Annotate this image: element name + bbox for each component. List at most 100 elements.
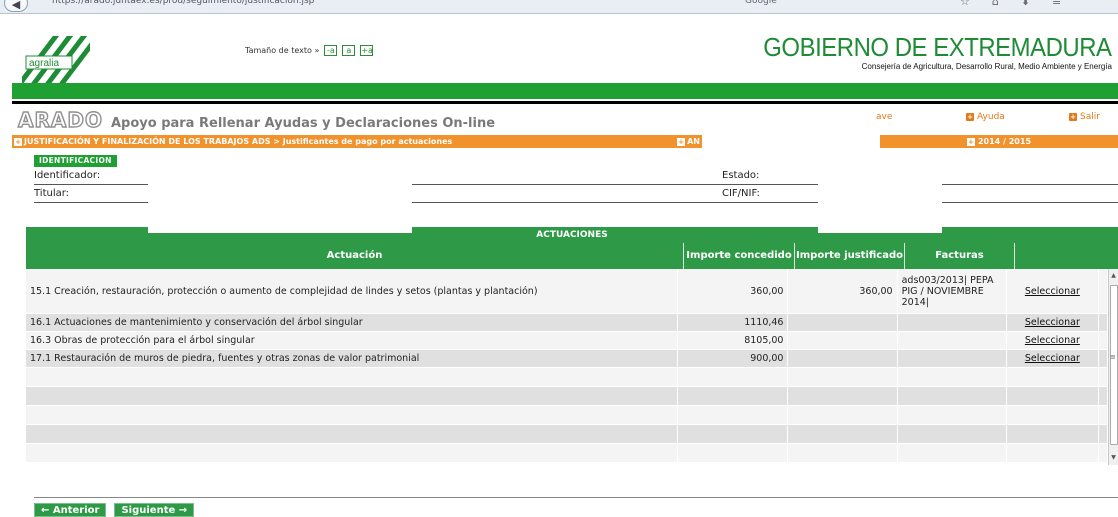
cif-label: CIF/NIF: bbox=[722, 188, 760, 199]
empty-cell bbox=[898, 387, 1007, 405]
justificado-cell: 360,00 bbox=[788, 269, 898, 313]
scroll-up-icon[interactable]: ▲ bbox=[1109, 271, 1118, 281]
empty-cell bbox=[1007, 406, 1099, 424]
actuacion-cell: 16.3 Obras de protección para el árbol s… bbox=[26, 332, 679, 349]
actuacion-cell: 15.1 Creación, restauración, protección … bbox=[26, 269, 679, 313]
table-row-empty bbox=[26, 368, 1108, 387]
empty-cell bbox=[788, 368, 898, 386]
logout-link[interactable]: + Salir bbox=[1069, 112, 1100, 122]
empty-cell bbox=[26, 387, 679, 405]
empty-cell bbox=[26, 444, 679, 462]
actuacion-cell: 17.1 Restauración de muros de piedra, fu… bbox=[26, 350, 679, 367]
select-link[interactable]: Seleccionar bbox=[1025, 317, 1080, 328]
concedido-cell: 900,00 bbox=[678, 350, 789, 367]
section-icon: + bbox=[677, 138, 686, 146]
help-link[interactable]: + Ayuda bbox=[966, 112, 1005, 122]
table-row: 16.1 Actuaciones de mantenimiento y cons… bbox=[26, 314, 1108, 332]
next-button[interactable]: Siguiente → bbox=[114, 503, 195, 517]
titular-label: Titular: bbox=[34, 188, 70, 199]
back-icon[interactable]: ◀ bbox=[4, 0, 28, 12]
table-row: 16.3 Obras de protección para el árbol s… bbox=[26, 332, 1108, 350]
table-header: Actuación Importe concedido Importe just… bbox=[26, 243, 1118, 269]
empty-cell bbox=[1007, 368, 1099, 386]
redacted-area bbox=[818, 154, 942, 209]
empty-cell bbox=[898, 406, 1007, 424]
empty-cell bbox=[1099, 406, 1108, 424]
empty-cell bbox=[26, 425, 679, 443]
government-header: GOBIERNO DE EXTREMADURA Consejería de Ag… bbox=[733, 32, 1113, 71]
campaign-bar: +2014 / 2015 bbox=[880, 135, 1118, 148]
font-normal-button[interactable]: a bbox=[342, 45, 356, 56]
empty-cell bbox=[788, 425, 898, 443]
empty-cell bbox=[1099, 425, 1108, 443]
table-row: 17.1 Restauración de muros de piedra, fu… bbox=[26, 350, 1108, 368]
redacted-area bbox=[148, 226, 412, 233]
select-cell: Seleccionar bbox=[1007, 314, 1099, 331]
estado-label: Estado: bbox=[722, 170, 760, 181]
scroll-down-icon[interactable]: ▼ bbox=[1109, 453, 1118, 463]
select-link[interactable]: Seleccionar bbox=[1025, 353, 1080, 364]
browser-search-input[interactable]: Google bbox=[745, 0, 895, 10]
help-icon: + bbox=[966, 113, 974, 121]
empty-cell bbox=[1099, 269, 1108, 313]
redacted-area bbox=[818, 226, 942, 233]
empty-cell bbox=[1007, 387, 1099, 405]
table-row-empty bbox=[26, 406, 1108, 425]
empty-cell bbox=[26, 368, 679, 386]
font-decrease-button[interactable]: -a bbox=[324, 45, 338, 56]
app-name: ARADO bbox=[17, 107, 103, 132]
table-scrollbar[interactable]: ▲ ≡ ▼ bbox=[1108, 269, 1118, 465]
browser-toolbar: ◀ https://arado.juntaex.es/prod/seguimie… bbox=[0, 0, 1118, 14]
empty-cell bbox=[898, 368, 1007, 386]
justificado-cell bbox=[788, 314, 898, 331]
empty-cell bbox=[898, 444, 1007, 462]
empty-cell bbox=[678, 406, 789, 424]
empty-cell bbox=[1099, 332, 1108, 349]
select-cell: Seleccionar bbox=[1007, 269, 1099, 313]
logout-label: Salir bbox=[1080, 112, 1100, 122]
breadcrumb-text[interactable]: JUSTIFICACIÓN Y FINALIZACIÓN DE LOS TRAB… bbox=[24, 137, 452, 146]
header-divider bbox=[12, 101, 1118, 104]
empty-cell bbox=[1007, 425, 1099, 443]
empty-cell bbox=[678, 425, 789, 443]
grip-icon: ≡ bbox=[1110, 353, 1116, 361]
table-row: 15.1 Creación, restauración, protección … bbox=[26, 269, 1108, 314]
empty-cell bbox=[678, 387, 789, 405]
scroll-thumb[interactable] bbox=[1110, 285, 1118, 445]
identificador-label: Identificador: bbox=[34, 170, 101, 181]
empty-cell bbox=[1099, 368, 1108, 386]
pager: ← Anterior Siguiente → bbox=[34, 503, 195, 517]
empty-cell bbox=[788, 444, 898, 462]
concedido-cell: 1110,46 bbox=[678, 314, 789, 331]
concedido-cell: 360,00 bbox=[678, 269, 789, 313]
select-link[interactable]: Seleccionar bbox=[1025, 335, 1080, 346]
font-increase-button[interactable]: +a bbox=[360, 45, 374, 56]
select-link[interactable]: Seleccionar bbox=[1025, 286, 1080, 297]
actuaciones-table-body: 15.1 Creación, restauración, protección … bbox=[26, 269, 1108, 465]
empty-cell bbox=[898, 425, 1007, 443]
facturas-cell bbox=[898, 350, 1007, 367]
header-green-band bbox=[12, 83, 1118, 99]
col-importe-concedido: Importe concedido bbox=[684, 243, 795, 269]
gov-title: GOBIERNO DE EXTREMADURA bbox=[763, 32, 1113, 62]
breadcrumb-right: + AN bbox=[677, 135, 700, 148]
campaign-label[interactable]: 2014 / 2015 bbox=[978, 137, 1031, 146]
empty-cell bbox=[788, 387, 898, 405]
concedido-cell: 8105,00 bbox=[678, 332, 789, 349]
col-importe-justificado: Importe justificado bbox=[795, 243, 905, 269]
footer-divider bbox=[34, 497, 1118, 498]
empty-cell bbox=[1099, 444, 1108, 462]
ave-link[interactable]: ave bbox=[876, 112, 892, 122]
empty-cell bbox=[1099, 350, 1108, 367]
empty-cell bbox=[788, 406, 898, 424]
facturas-cell bbox=[898, 332, 1007, 349]
address-bar[interactable]: https://arado.juntaex.es/prod/seguimient… bbox=[52, 0, 732, 10]
empty-cell bbox=[1007, 444, 1099, 462]
previous-button[interactable]: ← Anterior bbox=[34, 503, 107, 517]
col-facturas: Facturas bbox=[905, 243, 1015, 269]
browser-toolbar-icons[interactable]: ☆⌂⬇≡ bbox=[960, 0, 1083, 8]
identification-tab: IDENTIFICACION bbox=[34, 155, 117, 167]
justificado-cell bbox=[788, 350, 898, 367]
empty-cell bbox=[1099, 314, 1108, 331]
breadcrumb-right-label: AN bbox=[687, 137, 700, 146]
